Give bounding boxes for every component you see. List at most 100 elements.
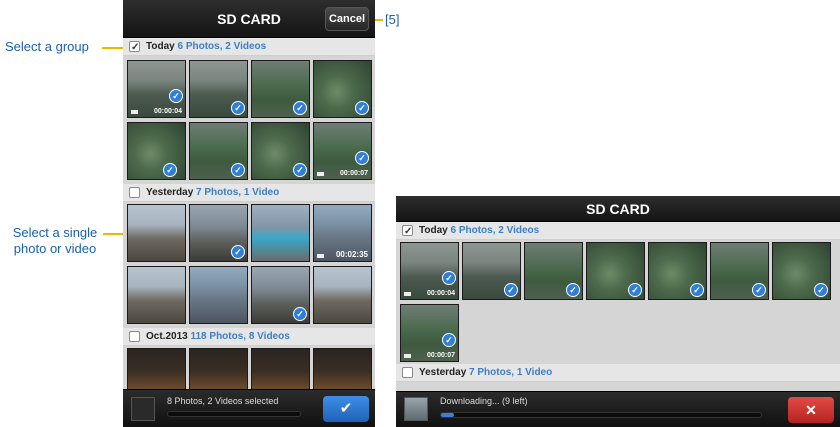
thumbnail-photo[interactable]: ✓	[127, 122, 186, 180]
close-icon: ✕	[805, 402, 817, 418]
group-count: 7 Photos, 1 Video	[469, 367, 553, 378]
thumbnail-photo[interactable]: ✓	[586, 242, 645, 300]
group-title: Yesterday	[419, 367, 467, 378]
selected-check-icon: ✓	[293, 101, 307, 115]
checkbox-check-icon: ✓	[404, 226, 413, 237]
thumbnail-photo[interactable]	[127, 204, 186, 262]
video-duration: 00:00:04	[153, 108, 182, 115]
group-title: Oct.2013	[146, 331, 188, 342]
thumbnail-photo[interactable]	[189, 266, 248, 324]
nav-bar: SD CARD Cancel	[123, 0, 375, 38]
group-checkbox-oct-2013[interactable]	[129, 331, 140, 342]
group-count: 6 Photos, 2 Videos	[450, 225, 540, 236]
video-camera-icon	[131, 110, 138, 114]
group-checkbox-today[interactable]: ✓	[129, 41, 140, 53]
thumbnail-video[interactable]: 00:00:07 ✓	[313, 122, 372, 180]
video-camera-icon	[317, 172, 324, 176]
group-count: 6 Photos, 2 Videos	[177, 41, 267, 52]
download-status: Downloading... (9 left)	[440, 396, 528, 406]
thumbnail-photo[interactable]	[127, 266, 186, 324]
selected-check-icon: ✓	[504, 283, 518, 297]
selection-preview-thumbnail	[131, 397, 155, 421]
video-duration: 00:00:04	[426, 290, 455, 297]
confirm-download-button[interactable]: ✔	[323, 396, 369, 422]
group-header-oct-2013[interactable]: Oct.2013 118 Photos, 8 Videos	[123, 328, 375, 346]
group-header-yesterday[interactable]: Yesterday 7 Photos, 1 Video	[123, 184, 375, 202]
thumbnail-photo[interactable]: ✓	[251, 266, 310, 324]
group-checkbox-today[interactable]: ✓	[402, 225, 413, 237]
selected-check-icon: ✓	[231, 101, 245, 115]
selected-check-icon: ✓	[231, 163, 245, 177]
selected-check-icon: ✓	[293, 163, 307, 177]
selected-check-icon: ✓	[442, 271, 456, 285]
nav-title: SD CARD	[586, 201, 650, 217]
thumbnail-photo[interactable]: ✓	[313, 60, 372, 118]
selected-check-icon: ✓	[231, 245, 245, 259]
callout-select-single-line1: Select a single	[12, 225, 98, 240]
thumbnail-video[interactable]: 00:00:04 ✓	[400, 242, 459, 300]
thumbnail-grid-yesterday: ✓ 00:02:35 ✓	[123, 202, 375, 328]
nav-bar: SD CARD	[396, 196, 840, 222]
video-duration: 00:02:35	[335, 250, 368, 259]
checkmark-icon: ✔	[339, 400, 353, 417]
thumbnail-photo[interactable]	[313, 266, 372, 324]
thumbnail-photo[interactable]	[251, 204, 310, 262]
selection-status: 8 Photos, 2 Videos selected	[167, 396, 279, 406]
group-count: 7 Photos, 1 Video	[196, 187, 280, 198]
group-title: Today	[419, 225, 448, 236]
selected-check-icon: ✓	[690, 283, 704, 297]
group-header-today[interactable]: ✓ Today 6 Photos, 2 Videos	[123, 38, 375, 56]
selected-check-icon: ✓	[814, 283, 828, 297]
thumbnail-photo[interactable]: ✓	[189, 204, 248, 262]
thumbnail-photo[interactable]: ✓	[772, 242, 831, 300]
download-progress-fill	[441, 413, 454, 417]
thumbnail-photo[interactable]: ✓	[251, 60, 310, 118]
selected-check-icon: ✓	[628, 283, 642, 297]
selected-check-icon: ✓	[293, 307, 307, 321]
selected-check-icon: ✓	[442, 333, 456, 347]
thumbnail-video[interactable]: 00:02:35	[313, 204, 372, 262]
callout-cancel-ref: [5]	[385, 12, 400, 27]
video-duration: 00:00:07	[426, 352, 455, 359]
selected-check-icon: ✓	[752, 283, 766, 297]
page: [5] Select a group Select a single photo…	[0, 0, 840, 427]
thumbnail-photo[interactable]: ✓	[710, 242, 769, 300]
selected-check-icon: ✓	[163, 163, 177, 177]
selected-check-icon: ✓	[169, 89, 183, 103]
checkbox-check-icon: ✓	[131, 42, 140, 53]
thumbnail-photo[interactable]: ✓	[189, 60, 248, 118]
stop-download-button[interactable]: ✕	[788, 397, 834, 423]
selection-track	[167, 411, 301, 417]
video-camera-icon	[404, 292, 411, 296]
thumbnail-photo[interactable]: ✓	[648, 242, 707, 300]
video-camera-icon	[404, 354, 411, 358]
selected-check-icon: ✓	[355, 101, 369, 115]
thumbnail-photo[interactable]: ✓	[524, 242, 583, 300]
thumbnail-photo[interactable]: ✓	[251, 122, 310, 180]
callout-select-group: Select a group	[5, 39, 89, 54]
download-bar: Downloading... (9 left) ✕	[396, 391, 840, 427]
thumbnail-grid-today: 00:00:04 ✓ ✓ ✓ ✓ ✓ ✓ ✓ 00:00:07 ✓	[123, 56, 375, 184]
thumbnail-photo[interactable]: ✓	[462, 242, 521, 300]
group-checkbox-yesterday[interactable]	[129, 187, 140, 198]
callout-select-single: Select a single photo or video	[5, 225, 105, 257]
group-checkbox-yesterday[interactable]	[402, 367, 413, 378]
thumbnail-grid-today: 00:00:04 ✓ ✓ ✓ ✓ ✓ ✓ ✓ 00:00:07 ✓	[396, 240, 840, 364]
download-progress-track	[440, 412, 762, 418]
callout-select-single-line2: photo or video	[13, 241, 97, 256]
selected-check-icon: ✓	[566, 283, 580, 297]
group-header-today[interactable]: ✓ Today 6 Photos, 2 Videos	[396, 222, 840, 240]
group-header-yesterday[interactable]: Yesterday 7 Photos, 1 Video	[396, 364, 840, 382]
selected-check-icon: ✓	[355, 151, 369, 165]
group-title: Today	[146, 41, 175, 52]
cancel-button[interactable]: Cancel	[325, 7, 369, 31]
thumbnail-photo[interactable]: ✓	[189, 122, 248, 180]
video-camera-icon	[317, 254, 324, 258]
sd-card-download-screen: SD CARD ✓ Today 6 Photos, 2 Videos 00:00…	[396, 196, 840, 427]
download-preview-thumbnail	[404, 397, 428, 421]
video-duration: 00:00:07	[339, 170, 368, 177]
group-title: Yesterday	[146, 187, 194, 198]
thumbnail-video[interactable]: 00:00:07 ✓	[400, 304, 459, 362]
thumbnail-video[interactable]: 00:00:04 ✓	[127, 60, 186, 118]
selection-bar: 8 Photos, 2 Videos selected ✔	[123, 389, 375, 427]
